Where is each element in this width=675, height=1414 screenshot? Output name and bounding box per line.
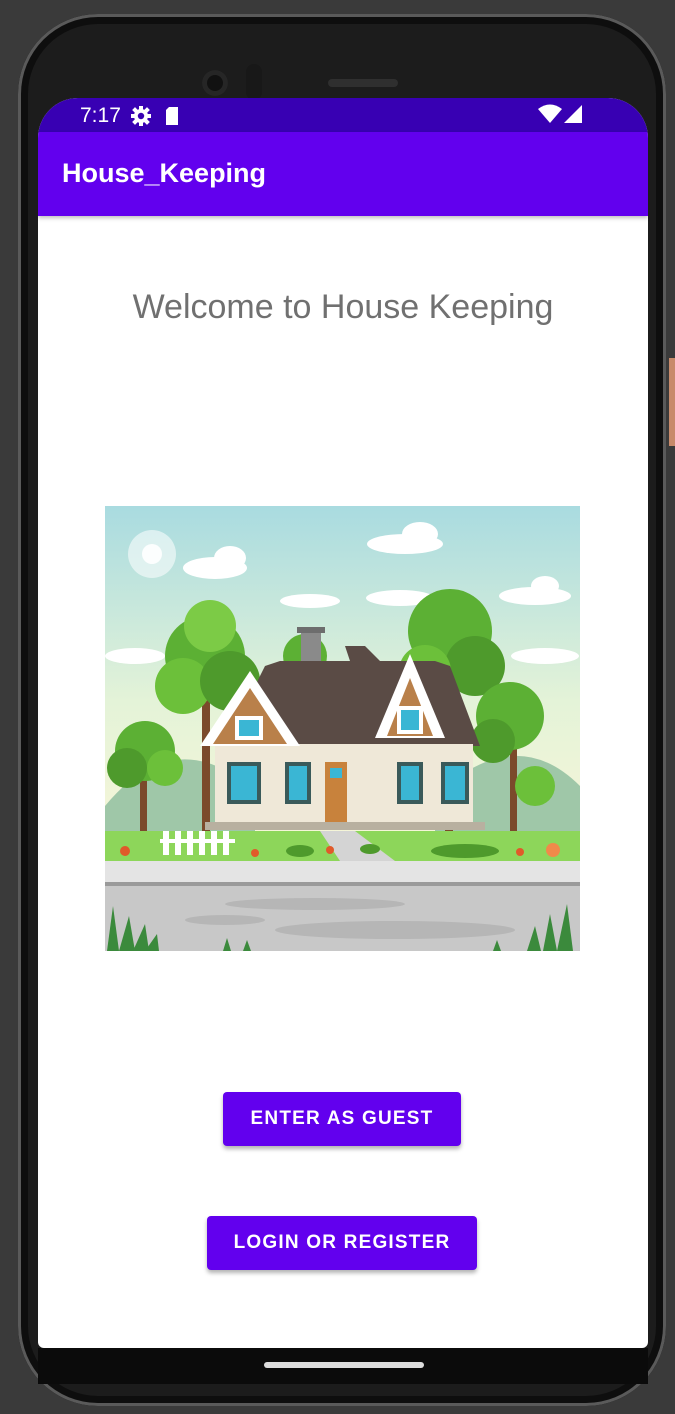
house-illustration [105,506,580,951]
login-or-register-button[interactable]: LOGIN OR REGISTER [207,1216,477,1270]
welcome-heading: Welcome to House Keeping [132,288,554,326]
camera-icon [202,70,228,96]
enter-as-guest-button[interactable]: ENTER AS GUEST [223,1092,461,1146]
wifi-icon [538,104,562,130]
sensor [246,64,262,100]
gear-icon [130,105,152,133]
speaker-grille [328,79,398,87]
app-title: House_Keeping [62,158,267,188]
signal-icon [562,104,584,130]
status-time: 7:17 [80,104,121,127]
home-gesture-handle[interactable] [264,1362,424,1368]
status-bar: 7:17 [38,98,648,132]
app-bar: House_Keeping [38,132,648,216]
volume-button [669,358,675,446]
sd-card-icon [164,106,180,132]
navigation-bar [38,1348,648,1384]
app-screen: 7:17 House_Keeping Welcome to House Keep… [38,98,648,1348]
